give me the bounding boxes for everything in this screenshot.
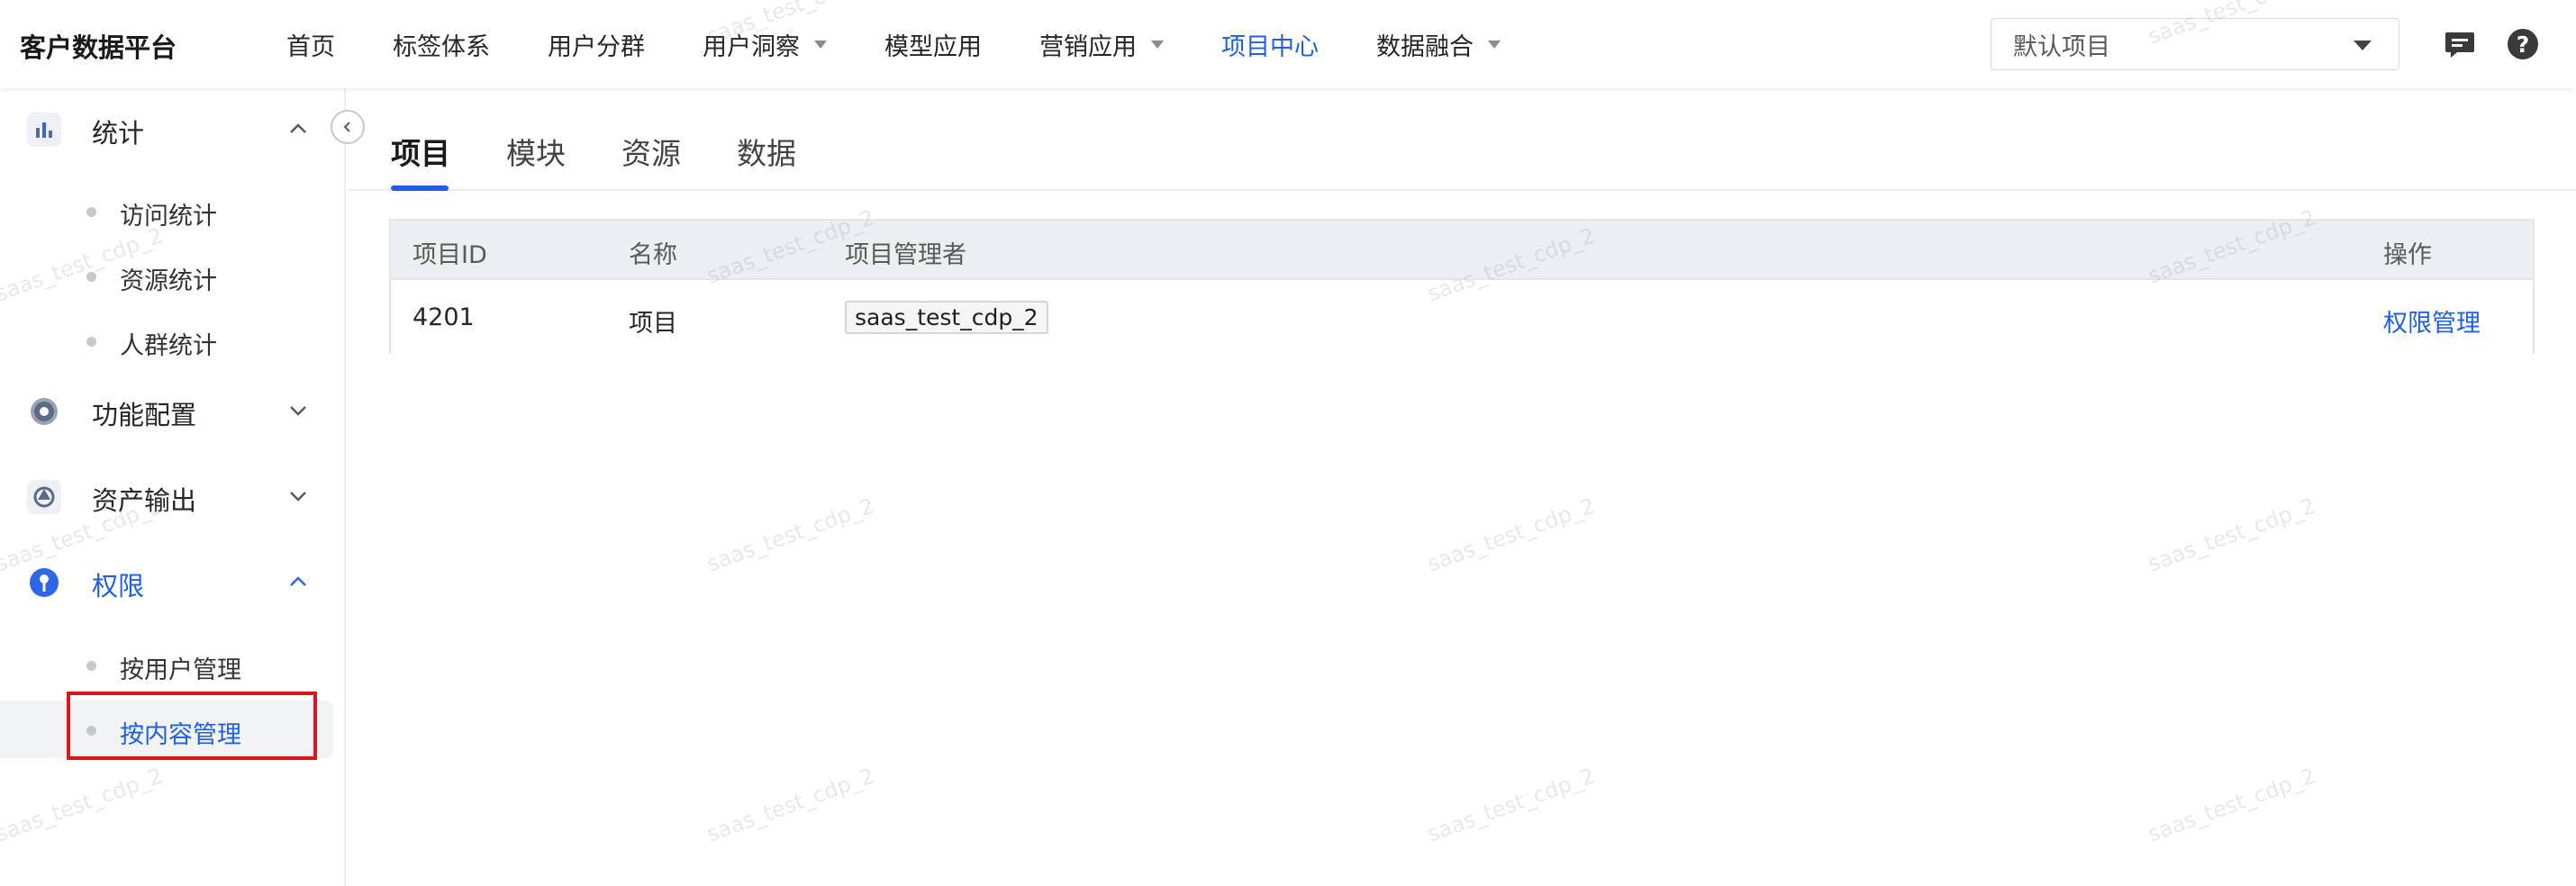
- nav-item-label: 营销应用: [1039, 32, 1137, 61]
- caret-down-icon: [1151, 40, 1164, 49]
- sidebar-item-resource-stats[interactable]: 资源统计: [0, 247, 333, 304]
- cell-name: 项目: [629, 310, 677, 338]
- sidebar-group-asset-output[interactable]: 资产输出: [0, 465, 346, 528]
- sidebar-group-label: 权限: [92, 571, 145, 601]
- main-nav: 首页 标签体系 用户分群 用户洞察 模型应用 营销应用 项目中心 数据融合: [286, 0, 1558, 88]
- project-select[interactable]: 默认项目: [1991, 18, 2399, 70]
- sidebar-item-manage-by-content[interactable]: 按内容管理: [0, 701, 333, 758]
- bullet-dot: [86, 337, 96, 347]
- sidebar-item-label: 人群统计: [120, 332, 217, 360]
- nav-item-home[interactable]: 首页: [286, 0, 335, 88]
- column-header-manager: 项目管理者: [845, 241, 966, 269]
- tab-module[interactable]: 模块: [506, 130, 566, 173]
- app-title: 客户数据平台: [20, 32, 177, 63]
- nav-item-label: 数据融合: [1376, 32, 1474, 61]
- sidebar-collapse-button[interactable]: [331, 110, 365, 144]
- nav-item-project-center[interactable]: 项目中心: [1221, 0, 1319, 88]
- caret-down-icon: [814, 40, 827, 49]
- nav-item-model-apps[interactable]: 模型应用: [884, 0, 982, 88]
- bullet-dot: [86, 207, 96, 217]
- sidebar-group-label: 资产输出: [92, 485, 197, 516]
- app-root: 客户数据平台 首页 标签体系 用户分群 用户洞察 模型应用 营销应用 项目中心 …: [0, 0, 2576, 886]
- nav-item-label: 标签体系: [393, 32, 490, 61]
- active-tab-indicator: [391, 185, 449, 191]
- help-icon[interactable]: ?: [2508, 29, 2538, 59]
- sidebar-item-crowd-stats[interactable]: 人群统计: [0, 312, 333, 369]
- tab-bar: 项目 模块 资源 数据: [348, 88, 2576, 191]
- caret-down-icon: [1488, 40, 1501, 49]
- tab-data[interactable]: 数据: [737, 130, 796, 173]
- nav-item-data-fusion[interactable]: 数据融合: [1376, 0, 1501, 88]
- top-navigation-bar: 客户数据平台 首页 标签体系 用户分群 用户洞察 模型应用 营销应用 项目中心 …: [0, 0, 2576, 88]
- bullet-dot: [86, 272, 96, 282]
- sidebar-group-label: 功能配置: [92, 400, 197, 430]
- table-row: 4201 项目 saas_test_cdp_2 权限管理: [391, 282, 2533, 354]
- bullet-dot: [86, 726, 96, 736]
- sidebar-item-label: 访问统计: [120, 203, 217, 231]
- chevron-down-icon: [290, 492, 306, 502]
- chevron-up-icon: [290, 123, 306, 133]
- nav-item-label: 项目中心: [1221, 32, 1319, 61]
- key-icon: [27, 565, 61, 600]
- sidebar-item-label: 资源统计: [120, 267, 217, 295]
- column-header-name: 名称: [629, 241, 677, 269]
- nav-item-marketing-apps[interactable]: 营销应用: [1039, 0, 1164, 88]
- column-header-actions: 操作: [2383, 241, 2432, 269]
- caret-down-icon: [2354, 41, 2372, 50]
- sidebar-group-permissions[interactable]: 权限: [0, 550, 346, 613]
- permission-manage-link[interactable]: 权限管理: [2383, 303, 2481, 339]
- tab-resource[interactable]: 资源: [621, 130, 681, 173]
- chevron-down-icon: [290, 406, 306, 416]
- manager-tag: saas_test_cdp_2: [845, 301, 1048, 334]
- chevron-up-icon: [290, 576, 306, 586]
- export-icon: [27, 480, 61, 514]
- sidebar-item-label: 按内容管理: [120, 721, 241, 749]
- project-table: 项目ID 名称 项目管理者 操作 4201 项目 saas_test_cdp_2…: [389, 219, 2535, 354]
- table-header: 项目ID 名称 项目管理者 操作: [391, 221, 2533, 280]
- sidebar-item-label: 按用户管理: [120, 656, 241, 684]
- nav-item-label: 首页: [286, 32, 335, 61]
- sidebar-group-feature-config[interactable]: 功能配置: [0, 379, 346, 442]
- nav-item-tag-system[interactable]: 标签体系: [393, 0, 490, 88]
- nav-item-label: 用户洞察: [703, 32, 800, 61]
- sidebar-item-manage-by-user[interactable]: 按用户管理: [0, 636, 333, 693]
- nav-item-label: 模型应用: [884, 32, 982, 61]
- column-header-project-id: 项目ID: [413, 241, 487, 269]
- chevron-left-icon: [343, 122, 350, 132]
- nav-item-user-segment[interactable]: 用户分群: [548, 0, 645, 88]
- bullet-dot: [86, 661, 96, 671]
- nav-item-user-insight[interactable]: 用户洞察: [703, 0, 827, 88]
- bar-chart-icon: [27, 113, 61, 147]
- gear-icon: [27, 394, 61, 429]
- sidebar: 统计 访问统计 资源统计 人群统计 功能配置 资产输出 权限 按用户管理 按内容…: [0, 88, 346, 886]
- nav-item-label: 用户分群: [548, 32, 645, 61]
- cell-manager: saas_test_cdp_2: [845, 301, 1048, 334]
- sidebar-group-label: 统计: [92, 118, 145, 149]
- project-select-value: 默认项目: [2013, 32, 2110, 61]
- sidebar-group-statistics[interactable]: 统计: [0, 97, 346, 160]
- message-icon[interactable]: [2444, 31, 2475, 59]
- tab-project[interactable]: 项目: [391, 130, 450, 173]
- cell-project-id: 4201: [413, 303, 475, 331]
- main-content: 项目 模块 资源 数据 项目ID 名称 项目管理者 操作 4201 项目 saa…: [348, 88, 2576, 886]
- sidebar-item-visit-stats[interactable]: 访问统计: [0, 182, 333, 240]
